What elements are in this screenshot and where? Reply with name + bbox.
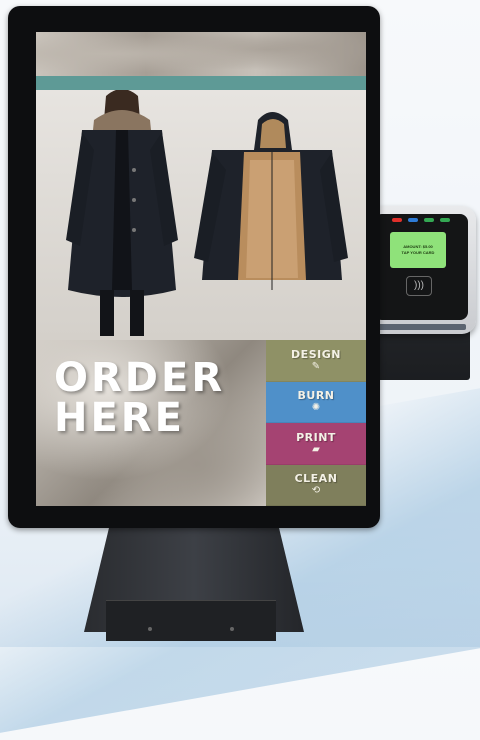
- menu-design-label: DESIGN: [291, 347, 341, 361]
- display-instruction: TAP YOUR CARD: [401, 250, 435, 255]
- led-indicator: [440, 218, 450, 222]
- menu-print-label: PRINT: [296, 430, 336, 444]
- status-leds: [392, 218, 450, 222]
- menu-clean-button[interactable]: CLEAN ⟲: [266, 464, 366, 506]
- menu-burn-button[interactable]: BURN ✺: [266, 381, 366, 423]
- contactless-icon[interactable]: ))): [406, 276, 432, 296]
- led-indicator: [424, 218, 434, 222]
- card-reader-face: AMOUNT: $5.00 TAP YOUR CARD ))): [374, 214, 468, 320]
- order-here-panel[interactable]: ORDER HERE: [36, 340, 266, 506]
- coat-illustration: [66, 90, 348, 336]
- fabric-banner: [36, 32, 366, 76]
- base-screw: [230, 627, 234, 631]
- base-screw: [148, 627, 152, 631]
- order-here-headline: ORDER HERE: [54, 355, 226, 441]
- kiosk-base: [106, 600, 276, 641]
- pencil-icon: ✎: [311, 360, 321, 372]
- print-icon: ▰: [312, 443, 320, 455]
- flame-icon: ✺: [311, 402, 321, 414]
- refresh-icon: ⟲: [311, 485, 321, 497]
- kiosk-monitor: ORDER HERE DESIGN ✎ BURN ✺ PRINT ▰ CLEAN…: [8, 6, 380, 528]
- menu-clean-label: CLEAN: [294, 472, 338, 486]
- card-reader[interactable]: AMOUNT: $5.00 TAP YOUR CARD ))): [366, 206, 476, 334]
- menu-design-button[interactable]: DESIGN ✎: [266, 340, 366, 382]
- led-indicator: [408, 218, 418, 222]
- menu-burn-label: BURN: [297, 389, 335, 403]
- touch-screen[interactable]: ORDER HERE DESIGN ✎ BURN ✺ PRINT ▰ CLEAN…: [36, 32, 366, 506]
- teal-divider: [36, 76, 366, 90]
- product-photo: [36, 90, 366, 340]
- led-indicator: [392, 218, 402, 222]
- service-menu: DESIGN ✎ BURN ✺ PRINT ▰ CLEAN ⟲: [266, 340, 366, 506]
- card-reader-display: AMOUNT: $5.00 TAP YOUR CARD: [390, 232, 446, 268]
- menu-print-button[interactable]: PRINT ▰: [266, 423, 366, 465]
- card-slot: [376, 324, 466, 330]
